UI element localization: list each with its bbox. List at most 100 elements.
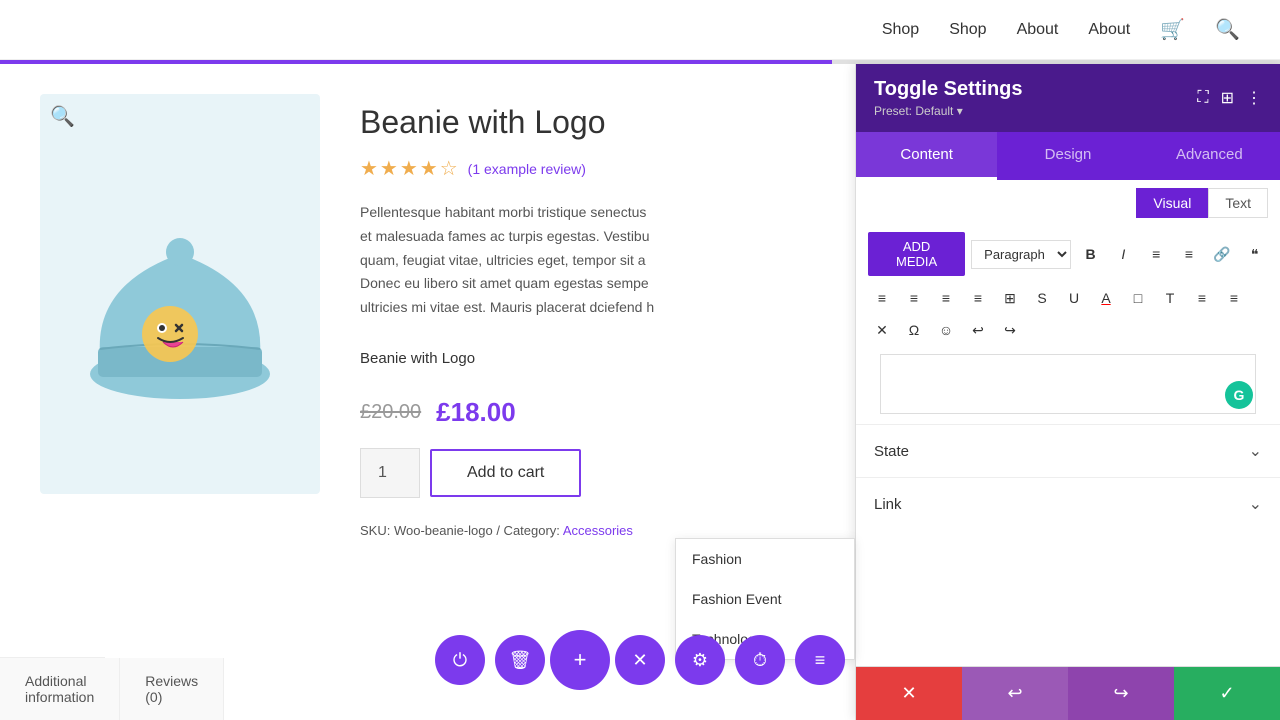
tab-additional-info[interactable]: Additional information — [0, 658, 120, 720]
emoji-button[interactable]: ☺ — [932, 316, 960, 344]
editor-area-wrap: G — [868, 354, 1268, 414]
text-color-button[interactable]: A — [1092, 284, 1120, 312]
link-accordion-header[interactable]: Link ⌄ — [856, 478, 1280, 530]
editor-area[interactable] — [880, 354, 1256, 414]
accessories-link[interactable]: Accessories — [563, 523, 633, 538]
clear-format-button[interactable]: T — [1156, 284, 1184, 312]
undo-action-button[interactable]: ↩ — [962, 667, 1068, 720]
strikethrough-button[interactable]: S — [1028, 284, 1056, 312]
review-link[interactable]: (1 example review) — [468, 161, 586, 177]
align-center-button[interactable]: ≡ — [900, 284, 928, 312]
editor-row2: ≡ ≡ ≡ ≡ ⊞ S U A □ T ≡ ≡ ✕ Ω ☺ ↩ ↪ — [868, 284, 1268, 344]
add-to-cart-button[interactable]: Add to cart — [430, 449, 581, 497]
bold-button[interactable]: B — [1077, 240, 1104, 268]
product-layout: 🔍 — [40, 94, 815, 538]
quote-button[interactable]: ❝ — [1241, 240, 1268, 268]
state-accordion: State ⌄ — [856, 424, 1280, 477]
cart-icon[interactable]: 🛒 — [1160, 17, 1185, 42]
redo-action-button[interactable]: ↪ — [1068, 667, 1174, 720]
link-label: Link — [874, 496, 902, 513]
panel-preset[interactable]: Preset: Default ▾ — [874, 104, 1023, 118]
ordered-list-button[interactable]: ≡ — [1176, 240, 1203, 268]
tab-design[interactable]: Design — [997, 132, 1138, 180]
nav-about-2[interactable]: About — [1088, 21, 1130, 39]
product-image: 🔍 — [40, 94, 320, 494]
panel-title: Toggle Settings — [874, 78, 1023, 101]
cart-row: Add to cart — [360, 448, 815, 498]
outdent-button[interactable]: ≡ — [1220, 284, 1248, 312]
fullscreen-editor-button[interactable]: ✕ — [868, 316, 896, 344]
top-navigation: Shop Shop About About 🛒 🔍 — [0, 0, 1280, 60]
redo-button[interactable]: ↪ — [996, 316, 1024, 344]
nav-about-1[interactable]: About — [1017, 21, 1059, 39]
link-button[interactable]: 🔗 — [1208, 240, 1235, 268]
align-right-button[interactable]: ≡ — [932, 284, 960, 312]
link-chevron-icon: ⌄ — [1249, 494, 1262, 514]
search-icon[interactable]: 🔍 — [1215, 17, 1240, 42]
old-price: £20.00 — [360, 401, 421, 424]
format-select[interactable]: Paragraph Heading 1 Heading 2 — [971, 240, 1071, 269]
panel-header-left: Toggle Settings Preset: Default ▾ — [874, 78, 1023, 118]
product-title: Beanie with Logo — [360, 104, 815, 141]
text-tab[interactable]: Text — [1208, 188, 1268, 218]
new-price: £18.00 — [436, 397, 516, 428]
floating-toolbar: ⏻ 🗑 + ✕ ⚙ ⏱ ≡ — [430, 630, 850, 690]
undo-button[interactable]: ↩ — [964, 316, 992, 344]
delete-action-button[interactable]: ✕ — [856, 667, 962, 720]
sku-text: SKU: Woo-beanie-logo / Category: — [360, 523, 560, 538]
visual-text-row: Visual Text — [856, 180, 1280, 222]
product-info: Beanie with Logo ★★★★☆ (1 example review… — [360, 94, 815, 538]
clock-toolbar-button[interactable]: ⏱ — [735, 635, 785, 685]
state-label: State — [874, 443, 909, 460]
tab-content[interactable]: Content — [856, 132, 997, 180]
beanie-illustration — [80, 184, 280, 404]
nav-shop-2[interactable]: Shop — [949, 21, 986, 39]
state-accordion-header[interactable]: State ⌄ — [856, 425, 1280, 477]
panel-header: Toggle Settings Preset: Default ▾ ⛶ ⊞ ⋮ — [856, 64, 1280, 132]
state-chevron-icon: ⌄ — [1249, 441, 1262, 461]
link-accordion: Link ⌄ — [856, 477, 1280, 530]
special-char-button[interactable]: Ω — [900, 316, 928, 344]
stars-row: ★★★★☆ (1 example review) — [360, 156, 815, 181]
settings-toolbar-button[interactable]: ⚙ — [675, 635, 725, 685]
panel-header-icons: ⛶ ⊞ ⋮ — [1197, 88, 1262, 108]
quantity-input[interactable] — [360, 448, 420, 498]
grammarly-icon[interactable]: G — [1225, 381, 1253, 409]
settings-panel: Toggle Settings Preset: Default ▾ ⛶ ⊞ ⋮ … — [855, 64, 1280, 720]
stars: ★★★★☆ — [360, 156, 460, 181]
panel-body: Visual Text ADD MEDIA Paragraph Heading … — [856, 180, 1280, 666]
visual-tab[interactable]: Visual — [1136, 188, 1208, 218]
italic-button[interactable]: I — [1110, 240, 1137, 268]
dropdown-item-fashion-event[interactable]: Fashion Event — [676, 579, 854, 619]
add-toolbar-button[interactable]: + — [550, 630, 610, 690]
main-content: 🔍 — [0, 64, 1280, 720]
more-options-icon[interactable]: ⋮ — [1246, 88, 1262, 108]
product-name-box: Beanie with Logo — [360, 340, 815, 377]
sku-row: SKU: Woo-beanie-logo / Category: Accesso… — [360, 523, 815, 538]
nav-shop-1[interactable]: Shop — [882, 21, 919, 39]
trash-toolbar-button[interactable]: 🗑 — [495, 635, 545, 685]
paste-button[interactable]: □ — [1124, 284, 1152, 312]
bottom-tabs: Additional information Reviews (0) — [0, 657, 105, 720]
dropdown-item-fashion[interactable]: Fashion — [676, 539, 854, 579]
layout-icon[interactable]: ⊞ — [1221, 88, 1234, 108]
indent-button[interactable]: ≡ — [1188, 284, 1216, 312]
underline-button[interactable]: U — [1060, 284, 1088, 312]
panel-actions: ✕ ↩ ↪ ✓ — [856, 666, 1280, 720]
align-left-button[interactable]: ≡ — [868, 284, 896, 312]
zoom-icon[interactable]: 🔍 — [50, 104, 75, 129]
product-description: Pellentesque habitant morbi tristique se… — [360, 201, 660, 320]
bars-toolbar-button[interactable]: ≡ — [795, 635, 845, 685]
tab-advanced[interactable]: Advanced — [1139, 132, 1280, 180]
unordered-list-button[interactable]: ≡ — [1143, 240, 1170, 268]
tab-reviews[interactable]: Reviews (0) — [120, 658, 224, 720]
table-button[interactable]: ⊞ — [996, 284, 1024, 312]
editor-row1: ADD MEDIA Paragraph Heading 1 Heading 2 … — [868, 232, 1268, 276]
confirm-action-button[interactable]: ✓ — [1174, 667, 1280, 720]
editor-toolbar: ADD MEDIA Paragraph Heading 1 Heading 2 … — [856, 222, 1280, 354]
close-toolbar-button[interactable]: ✕ — [615, 635, 665, 685]
add-media-button[interactable]: ADD MEDIA — [868, 232, 965, 276]
power-toolbar-button[interactable]: ⏻ — [435, 635, 485, 685]
align-justify-button[interactable]: ≡ — [964, 284, 992, 312]
fullscreen-icon[interactable]: ⛶ — [1197, 89, 1208, 107]
